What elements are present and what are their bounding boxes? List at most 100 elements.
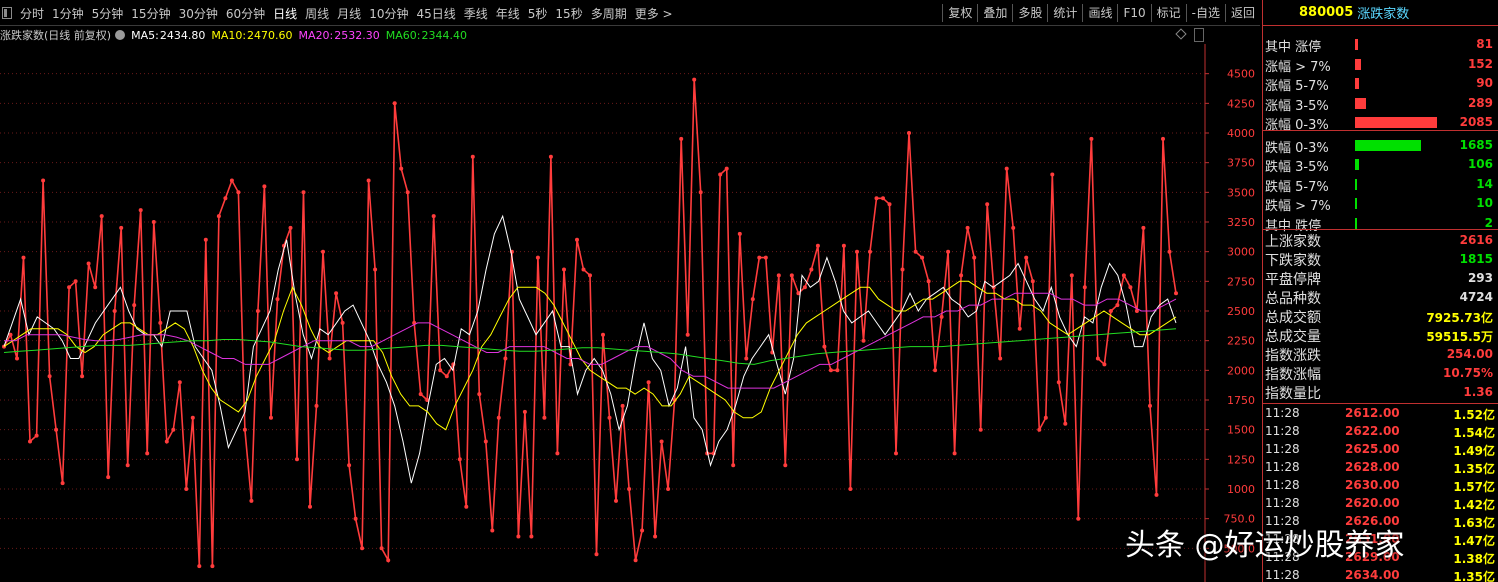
panel-header: 880005 涨跌家数 — [1263, 0, 1498, 26]
tick-time: 11:28 — [1265, 442, 1300, 456]
data-point — [900, 267, 905, 272]
distribution-bar — [1355, 39, 1359, 50]
data-point — [483, 439, 488, 444]
tick-value: 2612.00 — [1345, 406, 1400, 420]
data-point — [933, 368, 938, 373]
data-point — [868, 249, 872, 254]
tick-amount: 1.54亿 — [1453, 426, 1495, 440]
stat-value: 4724 — [1459, 290, 1493, 304]
series-line — [3, 79, 1177, 567]
distribution-row: 涨幅 5-7% 90 — [1263, 74, 1498, 94]
data-point — [321, 249, 325, 254]
distribution-bar — [1355, 178, 1357, 190]
data-point — [627, 487, 632, 491]
tick-row: 11:28 2634.00 1.35亿 — [1263, 567, 1498, 582]
data-point — [653, 534, 658, 539]
tick-time: 11:28 — [1265, 478, 1300, 492]
tick-time: 11:28 — [1265, 568, 1300, 582]
data-point — [145, 451, 150, 456]
data-point — [15, 356, 19, 361]
data-point — [1128, 285, 1133, 290]
data-point — [67, 285, 72, 290]
kline-chart[interactable]: 4500 4250 4000 3750 3500 3250 3000 2750 2500 2250… — [0, 0, 1262, 582]
distribution-bar — [1355, 58, 1361, 70]
tick-amount: 1.42亿 — [1453, 498, 1495, 512]
data-point — [731, 463, 736, 468]
data-point — [73, 279, 78, 284]
data-point — [965, 225, 970, 230]
data-point — [1115, 303, 1120, 308]
data-point — [594, 552, 599, 557]
tick-row: 11:28 2620.00 1.42亿 — [1263, 495, 1498, 513]
tick-value: 2625.00 — [1345, 442, 1400, 456]
stat-label: 总成交额 — [1265, 310, 1321, 326]
data-point — [399, 166, 404, 171]
data-point — [815, 243, 820, 248]
data-point — [496, 415, 501, 420]
data-point — [360, 546, 365, 551]
data-point — [151, 220, 156, 224]
data-point — [503, 356, 508, 361]
stat-value: 254.00 — [1446, 347, 1493, 361]
distribution-label: 涨幅 3-5% — [1265, 98, 1329, 114]
data-point — [1017, 326, 1022, 331]
data-point — [939, 314, 944, 319]
data-point — [262, 184, 267, 189]
y-tick-label: 2500 — [1227, 305, 1255, 318]
data-point — [242, 427, 247, 432]
data-point — [848, 487, 853, 491]
data-point — [190, 415, 195, 420]
data-point — [125, 463, 130, 468]
tick-time: 11:28 — [1265, 496, 1300, 510]
data-point — [1141, 225, 1146, 230]
data-point — [236, 190, 241, 195]
data-point — [1082, 285, 1087, 290]
stat-row: 指数量比 1.36 — [1263, 383, 1498, 402]
data-point — [138, 208, 143, 213]
data-point — [470, 154, 475, 159]
data-point — [1161, 136, 1165, 141]
data-point — [1121, 273, 1126, 278]
distribution-label: 跌幅 3-5% — [1265, 160, 1329, 175]
data-point — [555, 451, 560, 456]
data-point — [542, 415, 547, 420]
tick-amount: 1.35亿 — [1453, 570, 1495, 582]
distribution-value: 10 — [1476, 196, 1493, 210]
data-point — [255, 309, 260, 313]
data-point — [575, 237, 579, 242]
data-point — [783, 463, 788, 468]
data-point — [659, 439, 664, 444]
data-point — [548, 154, 553, 159]
data-point — [763, 255, 768, 260]
data-point — [464, 504, 469, 509]
distribution-label: 涨幅 5-7% — [1265, 79, 1329, 94]
distribution-row: 涨幅 3-5% 289 — [1263, 94, 1498, 114]
distribution-row: 跌幅 5-7% 14 — [1263, 175, 1498, 195]
data-point — [601, 332, 605, 337]
distribution-value: 1685 — [1459, 137, 1493, 152]
data-point — [666, 487, 671, 491]
data-point — [431, 214, 436, 219]
data-point — [750, 297, 755, 302]
data-point — [744, 356, 749, 361]
stat-label: 指数涨幅 — [1265, 367, 1321, 383]
data-point — [822, 344, 827, 349]
data-point — [1030, 279, 1035, 284]
data-point — [959, 273, 964, 278]
tick-value: 2630.00 — [1345, 478, 1400, 492]
data-point — [562, 267, 566, 272]
data-point — [724, 166, 729, 171]
data-point — [203, 237, 208, 242]
tick-value: 2634.00 — [1345, 568, 1400, 582]
y-tick-label: 3250 — [1227, 216, 1255, 229]
data-point — [861, 338, 866, 343]
distribution-value: 289 — [1467, 95, 1493, 110]
stat-value: 1815 — [1459, 252, 1493, 266]
data-point — [1108, 309, 1113, 313]
data-point — [1056, 380, 1061, 385]
data-point — [998, 356, 1003, 361]
data-point — [216, 214, 221, 219]
stat-value: 1.36 — [1463, 385, 1493, 399]
stat-row: 总成交额 7925.73亿 — [1263, 307, 1498, 326]
data-point — [28, 439, 32, 444]
